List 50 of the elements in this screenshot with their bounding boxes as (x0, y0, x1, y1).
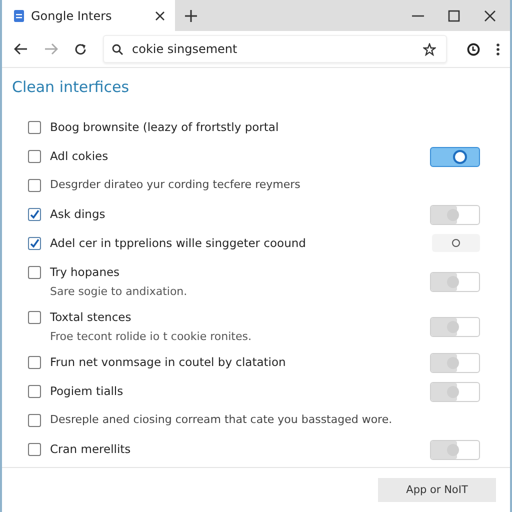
checkbox[interactable] (28, 208, 41, 221)
checkbox[interactable] (28, 356, 41, 369)
option-label: Try hopanes (50, 264, 121, 281)
option-label: Frun net vonmsage in coutel by clatation (50, 354, 287, 371)
option-label: Adel cer in tpprelions wille singgeter coound (50, 235, 307, 252)
close-icon[interactable] (155, 10, 165, 20)
reload-icon[interactable] (74, 42, 87, 56)
option-label: Boog brownsite (leazy of frortstly portal (50, 119, 280, 136)
toggle-switch[interactable] (430, 272, 480, 292)
address-bar[interactable]: cokie singsement (103, 35, 447, 63)
option-description: Sare sogie to andixation. (50, 285, 188, 299)
checkbox[interactable] (28, 150, 41, 163)
option-label: Toxtal stences (50, 309, 132, 326)
checkbox[interactable] (28, 237, 41, 250)
checkbox[interactable] (28, 414, 41, 427)
maximize-icon[interactable] (448, 10, 460, 22)
star-icon[interactable] (423, 42, 436, 56)
forward-icon[interactable] (44, 43, 58, 55)
checkbox[interactable] (28, 179, 41, 192)
apply-button[interactable]: App or NoIT (378, 478, 496, 502)
back-icon[interactable] (14, 43, 28, 55)
toggle-switch[interactable] (430, 440, 480, 460)
new-tab-icon[interactable] (185, 10, 197, 22)
option-description: Froe tecont rolide io t cookie ronites. (50, 330, 252, 344)
option-label: Ask dings (50, 206, 106, 223)
checkbox[interactable] (28, 266, 41, 279)
more-icon[interactable] (496, 42, 500, 56)
toggle-switch[interactable] (430, 317, 480, 337)
clock-icon[interactable] (467, 42, 480, 56)
checkbox[interactable] (28, 443, 41, 456)
tab-title: Gongle Inters (31, 8, 113, 22)
option-label: Desreple aned ciosing corream that cate you basstaged wore. (50, 412, 394, 428)
toggle-switch[interactable] (430, 147, 480, 167)
radio-toggle[interactable] (432, 234, 480, 252)
toggle-switch[interactable] (430, 205, 480, 225)
page-heading: Clean interfices (12, 78, 130, 96)
option-label: Cran merellits (50, 441, 132, 458)
browser-tab[interactable]: Gongle Inters (2, 0, 175, 31)
search-icon (112, 44, 123, 54)
checkbox[interactable] (28, 385, 41, 398)
address-text: cokie singsement (132, 42, 238, 56)
checkbox[interactable] (28, 121, 41, 134)
toggle-switch[interactable] (430, 382, 480, 402)
toggle-switch[interactable] (430, 353, 480, 373)
option-label: Desgrder dirateo yur cording tecfere reymers (50, 177, 302, 193)
option-label: Adl cokies (50, 148, 110, 165)
checkbox[interactable] (28, 311, 41, 324)
option-label: Pogiem tialls (50, 383, 124, 400)
document-icon (14, 10, 24, 22)
close-icon[interactable] (484, 10, 496, 22)
